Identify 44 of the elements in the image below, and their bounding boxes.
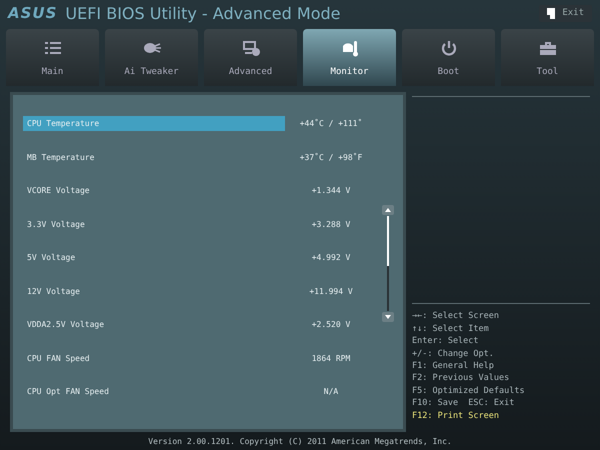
- monitor-info-icon: [242, 40, 260, 57]
- item-value: +4.992 V: [310, 253, 352, 262]
- help-text: F5: Optimized Defaults: [412, 384, 526, 398]
- item-label[interactable]: 12V Voltage: [23, 284, 285, 299]
- power-icon: [440, 40, 458, 57]
- item-label[interactable]: 5V Voltage: [23, 250, 285, 266]
- item-value: +11.994 V: [308, 286, 354, 296]
- tab[interactable]: Advanced: [204, 29, 297, 86]
- item-value: +1.344 V: [310, 186, 352, 196]
- toolbox-icon: [538, 40, 556, 57]
- item-value: N/A: [322, 387, 340, 396]
- item-value: 1864 RPM: [310, 354, 352, 363]
- item-label[interactable]: VDDA2.5V Voltage: [23, 317, 285, 332]
- item-label[interactable]: VCORE Voltage: [23, 183, 285, 198]
- item-label[interactable]: MB Temperature: [23, 150, 285, 165]
- help-text: F2: Previous Values: [412, 372, 510, 385]
- help-text: +/-: Change Opt.: [412, 348, 495, 360]
- item-value: +37˚C / +98˚F: [298, 152, 364, 162]
- item-value: +44˚C / +111˚: [298, 119, 364, 128]
- item-label[interactable]: 3.3V Voltage: [23, 216, 285, 232]
- thermometer-icon: [340, 40, 358, 57]
- help-text: F10: Save ESC: Exit: [412, 397, 516, 410]
- item-label[interactable]: CPU Temperature: [23, 116, 285, 132]
- exit-button[interactable]: Exit: [539, 4, 592, 22]
- copyright-text: Version 2.00.1201. Copyright (C) 2011 American Megatrends, Inc.: [148, 436, 452, 446]
- item-value: +2.520 V: [310, 320, 352, 330]
- help-text: Enter: Select: [412, 335, 480, 348]
- item-label[interactable]: CPU FAN Speed: [23, 350, 285, 366]
- help-text: ↑↓: Select Item: [412, 322, 490, 336]
- door-icon: [547, 8, 556, 18]
- scrollbar[interactable]: [382, 205, 394, 323]
- item-label[interactable]: CPU Opt FAN Speed: [23, 384, 285, 400]
- tab[interactable]: Boot: [402, 29, 495, 86]
- item-value: +3.288 V: [310, 220, 352, 229]
- tab[interactable]: Ai Tweaker: [105, 29, 198, 86]
- tab[interactable]: Main: [6, 29, 99, 86]
- tab[interactable]: Monitor: [303, 29, 396, 86]
- help-text: →←: Select Screen: [412, 310, 500, 323]
- help-text: F12: Print Screen: [412, 410, 500, 422]
- list-icon: [44, 40, 62, 57]
- help-text: F1: General Help: [412, 360, 495, 372]
- brand-logo: ASUS: [8, 4, 58, 22]
- window-title: UEFI BIOS Utility - Advanced Mode: [65, 4, 340, 22]
- tab[interactable]: Tool: [501, 29, 594, 86]
